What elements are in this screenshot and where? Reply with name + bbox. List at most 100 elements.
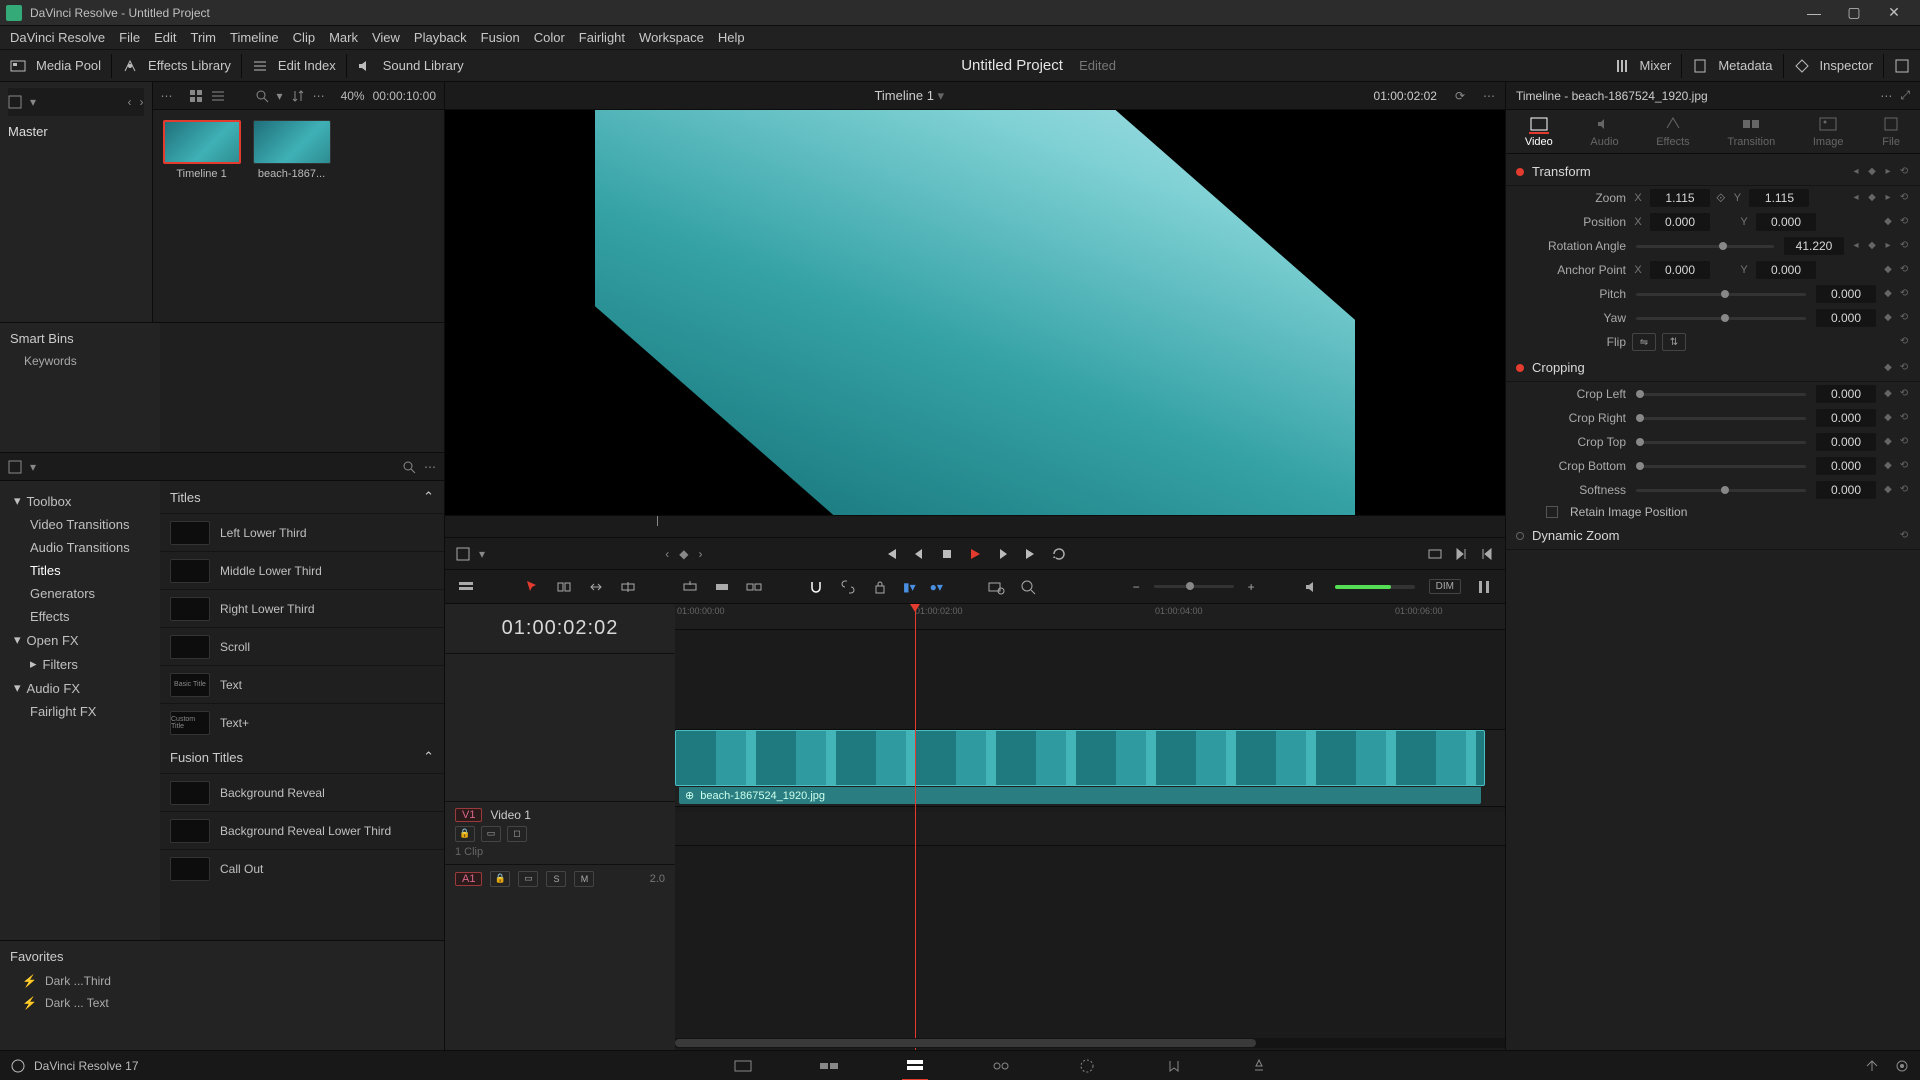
kf-prev-icon[interactable]: ◂ [1850,192,1862,204]
marker-icon[interactable]: ●▾ [930,580,943,594]
crop-right-slider[interactable] [1636,417,1806,420]
metadata-toggle[interactable]: Metadata [1718,58,1772,73]
tab-image[interactable]: Image [1813,116,1844,148]
menu-item[interactable]: DaVinci Resolve [10,30,105,45]
menu-item[interactable]: File [119,30,140,45]
tab-file[interactable]: File [1881,116,1901,148]
crop-left-value[interactable]: 0.000 [1816,385,1876,403]
section-disabled-icon[interactable] [1516,532,1524,540]
insert-clip-icon[interactable] [681,578,699,596]
kf-add-icon[interactable]: ◆ [1882,312,1894,324]
home-icon[interactable] [10,1058,26,1074]
rotation-value[interactable]: 41.220 [1784,237,1844,255]
audio-track[interactable] [675,812,1505,846]
reset-icon[interactable]: ⟲ [1898,362,1910,374]
reset-icon[interactable]: ⟲ [1898,166,1910,178]
breadcrumb-dots-icon[interactable]: ⋯ [161,89,173,103]
audio-track-header[interactable]: A1 🔒 ▭ S M 2.0 [445,864,675,904]
audio-meters-icon[interactable] [1475,578,1493,596]
inspector-toggle[interactable]: Inspector [1820,58,1873,73]
go-start-button[interactable] [883,546,899,562]
sync-icon[interactable]: ⟳ [1455,89,1465,103]
stop-button[interactable] [939,546,955,562]
kf-add-icon[interactable]: ◆ [1882,436,1894,448]
title-item[interactable]: Call Out [160,849,444,887]
sound-library-toggle[interactable]: Sound Library [383,58,464,73]
reset-icon[interactable]: ⟲ [1898,388,1910,400]
video-track[interactable]: ⊕beach-1867524_1920.jpg [675,729,1505,807]
solo-icon[interactable]: S [546,871,566,887]
favorite-item[interactable]: ⚡Dark ...Third [10,970,434,992]
menu-item[interactable]: Workspace [639,30,704,45]
loop-button[interactable] [1051,546,1067,562]
mute-track-icon[interactable]: M [574,871,594,887]
smart-bin-keywords[interactable]: Keywords [10,354,150,368]
kf-add-icon[interactable]: ◆ [1882,460,1894,472]
position-x-value[interactable]: 0.000 [1650,213,1710,231]
flip-h-button[interactable]: ⇋ [1632,333,1656,351]
menu-item[interactable]: Fusion [481,30,520,45]
menu-item[interactable]: Help [718,30,745,45]
softness-slider[interactable] [1636,489,1806,492]
chevron-down-icon[interactable]: ▾ [30,460,36,474]
bin-master[interactable]: Master [8,120,144,142]
reset-icon[interactable]: ⟲ [1898,412,1910,424]
tree-titles[interactable]: Titles [6,559,154,582]
yaw-slider[interactable] [1636,317,1806,320]
title-item[interactable]: Right Lower Third [160,589,444,627]
dynamic-trim-icon[interactable] [587,578,605,596]
timeline-scrollbar[interactable] [675,1038,1505,1048]
more-icon[interactable]: ⋯ [313,89,325,103]
auto-select-icon[interactable]: ▭ [481,826,501,842]
titles-header[interactable]: Titles⌃ [160,481,444,513]
title-item[interactable]: Scroll [160,627,444,665]
viewer-scrubber[interactable] [445,515,1505,537]
play-button[interactable] [967,546,983,562]
kf-next-icon[interactable]: ▸ [1882,240,1894,252]
expand-icon[interactable]: ⤢ [1900,88,1910,103]
tree-toolbox[interactable]: ▾Toolbox [6,489,154,513]
reset-icon[interactable]: ⟲ [1898,288,1910,300]
clip-item[interactable]: Timeline 1 [163,120,241,180]
tree-generators[interactable]: Generators [6,582,154,605]
section-enabled-icon[interactable] [1516,364,1524,372]
kf-next-icon[interactable]: ▸ [1882,192,1894,204]
zoom-in-icon[interactable]: + [1248,580,1255,594]
kf-add-icon[interactable]: ◆ [1882,288,1894,300]
thumbnail-list-icon[interactable] [211,89,225,103]
page-cut[interactable] [816,1056,842,1076]
volume-slider[interactable] [1335,585,1415,589]
crop-bottom-slider[interactable] [1636,465,1806,468]
tab-audio[interactable]: Audio [1590,116,1618,148]
project-settings-icon[interactable] [1894,1058,1910,1074]
reset-icon[interactable]: ⟲ [1898,192,1910,204]
dim-button[interactable]: DIM [1429,579,1461,594]
collapse-icon[interactable]: ⌃ [423,749,434,765]
reset-icon[interactable]: ⟲ [1898,264,1910,276]
tree-openfx[interactable]: ▾Open FX [6,628,154,652]
search-timeline-icon[interactable] [987,578,1005,596]
menu-item[interactable]: Playback [414,30,467,45]
kf-add-icon[interactable]: ◆ [1882,264,1894,276]
kf-add-icon[interactable]: ◆ [1882,484,1894,496]
mute-icon[interactable] [1303,578,1321,596]
crop-right-value[interactable]: 0.000 [1816,409,1876,427]
edit-index-toggle[interactable]: Edit Index [278,58,336,73]
title-item[interactable]: Basic TitleText [160,665,444,703]
title-item[interactable]: Background Reveal Lower Third [160,811,444,849]
viewer[interactable] [445,110,1505,515]
toolbox-layout-icon[interactable] [8,460,22,474]
blade-tool-icon[interactable] [619,578,637,596]
tree-video-transitions[interactable]: Video Transitions [6,513,154,536]
match-frame-next-icon[interactable]: › [698,547,702,561]
mixer-toggle[interactable]: Mixer [1640,58,1672,73]
reset-icon[interactable]: ⟲ [1898,484,1910,496]
page-fusion[interactable] [988,1056,1014,1076]
effects-library-toggle[interactable]: Effects Library [148,58,231,73]
kf-add-icon[interactable]: ◆ [1882,412,1894,424]
zoom-out-icon[interactable]: − [1133,580,1140,594]
more-icon[interactable]: ⋯ [424,460,436,474]
close-button[interactable]: ✕ [1874,4,1914,21]
tree-audiofx[interactable]: ▾Audio FX [6,676,154,700]
menu-item[interactable]: Color [534,30,565,45]
